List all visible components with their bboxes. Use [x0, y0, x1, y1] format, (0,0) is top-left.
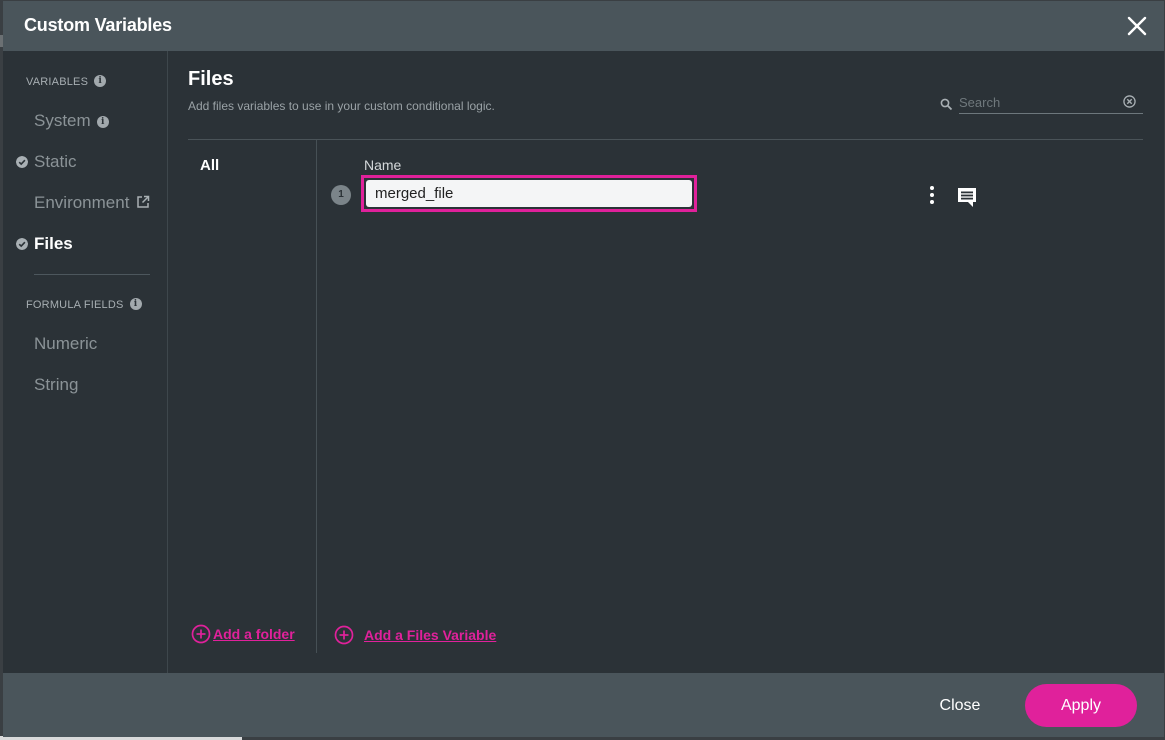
- search-field: [936, 91, 1144, 115]
- page-subtitle: Add files variables to use in your custo…: [188, 99, 495, 113]
- sidebar: VARIABLES i System i Static Environment Fi…: [3, 51, 168, 673]
- clear-circle-icon[interactable]: [1123, 95, 1136, 108]
- sidebar-item-environment[interactable]: Environment: [34, 193, 150, 213]
- sidebar-item-label: Files: [34, 234, 73, 253]
- close-icon[interactable]: [1126, 15, 1148, 37]
- check-circle-icon: [16, 238, 28, 250]
- search-input[interactable]: [959, 91, 1143, 114]
- folder-all[interactable]: All: [200, 157, 219, 174]
- sidebar-item-string[interactable]: String: [34, 375, 78, 395]
- add-files-variable-link[interactable]: Add a Files Variable: [334, 625, 496, 645]
- page-title: Files: [188, 68, 234, 90]
- dialog-header: Custom Variables: [3, 1, 1164, 51]
- folder-column-divider: [316, 140, 317, 653]
- main-divider: [188, 139, 1143, 140]
- sidebar-item-static[interactable]: Static: [34, 152, 77, 172]
- external-link-icon: [137, 195, 150, 208]
- sidebar-item-label: System: [34, 111, 91, 130]
- dialog-title: Custom Variables: [24, 15, 172, 35]
- add-folder-label: Add a folder: [213, 626, 295, 642]
- add-circle-icon: [334, 625, 354, 645]
- main-panel: Files Add files variables to use in your…: [168, 51, 1164, 673]
- sidebar-item-label: String: [34, 375, 79, 394]
- row-index-badge: 1: [331, 185, 351, 205]
- info-icon[interactable]: i: [129, 298, 142, 310]
- variable-name-field: [361, 175, 697, 212]
- comment-icon[interactable]: [955, 185, 979, 209]
- sidebar-item-files[interactable]: Files: [34, 234, 73, 254]
- add-files-variable-label: Add a Files Variable: [364, 627, 497, 643]
- kebab-menu-icon[interactable]: [926, 185, 938, 205]
- info-icon[interactable]: i: [96, 116, 109, 128]
- variables-section-label: VARIABLES i: [26, 75, 107, 88]
- apply-button[interactable]: Apply: [1025, 684, 1137, 727]
- variables-section-text: VARIABLES: [26, 76, 89, 88]
- dialog-footer: Close Apply: [3, 673, 1164, 737]
- info-icon[interactable]: i: [94, 75, 107, 87]
- sidebar-item-label: Static: [34, 152, 77, 171]
- formula-fields-section-text: FORMULA FIELDS: [26, 299, 124, 311]
- column-header-name: Name: [364, 157, 402, 173]
- search-icon: [940, 98, 953, 111]
- close-button[interactable]: Close: [920, 693, 1000, 719]
- variable-name-input[interactable]: [366, 180, 692, 207]
- sidebar-item-system[interactable]: System i: [34, 111, 109, 131]
- add-folder-link[interactable]: Add a folder: [191, 624, 295, 644]
- formula-fields-section-label: FORMULA FIELDS i: [26, 298, 142, 311]
- check-circle-icon: [16, 156, 28, 168]
- sidebar-item-numeric[interactable]: Numeric: [34, 334, 97, 354]
- sidebar-item-label: Environment: [34, 193, 130, 212]
- add-circle-icon: [191, 624, 211, 644]
- custom-variables-dialog: Custom Variables VARIABLES i System i Stat…: [3, 1, 1164, 737]
- sidebar-divider: [34, 274, 150, 275]
- sidebar-item-label: Numeric: [34, 334, 98, 353]
